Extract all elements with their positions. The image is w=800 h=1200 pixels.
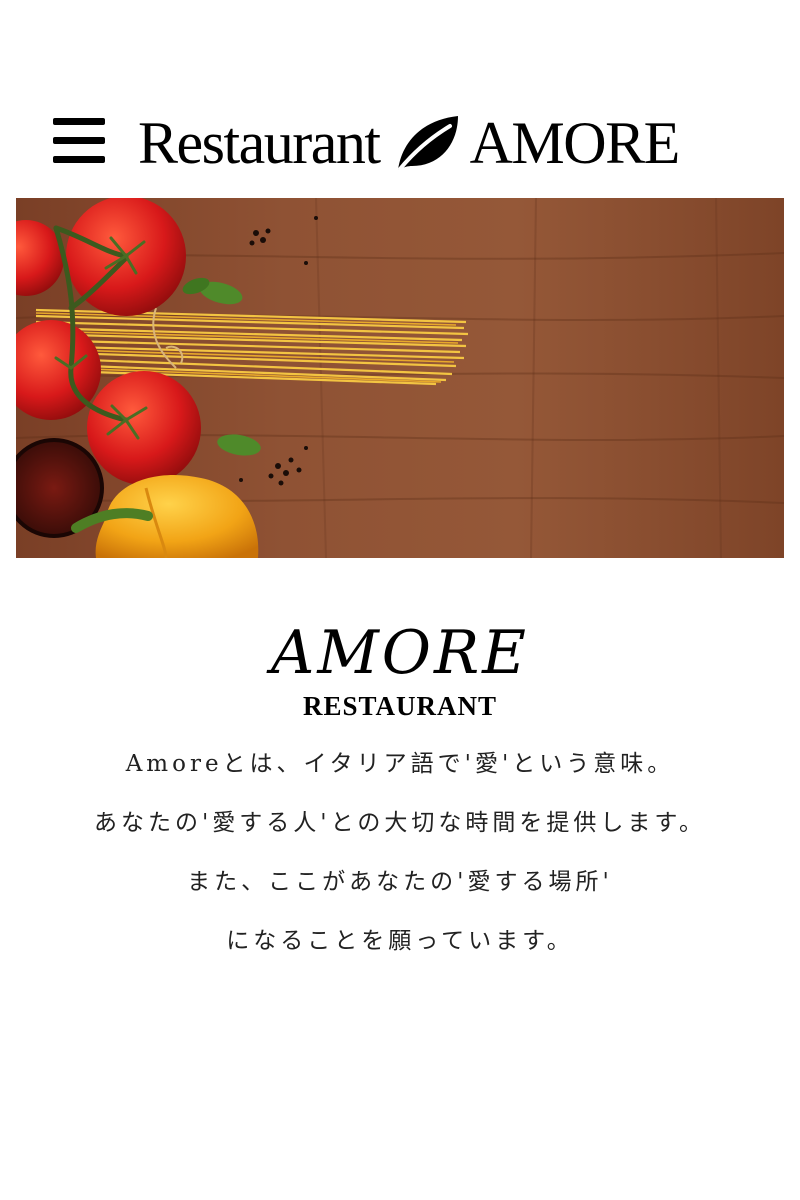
intro-line: あなたの'愛する人'との大切な時間を提供します。: [93, 810, 707, 836]
logo-subtitle: RESTAURANT: [302, 691, 498, 721]
intro-text: Amoreとは、イタリア語で'愛'という意味。 あなたの'愛する人'との大切な時…: [0, 735, 800, 971]
hamburger-menu-icon[interactable]: [53, 118, 105, 164]
site-header: Restaurant AMORE: [0, 100, 800, 190]
logo-title: AMORE: [271, 618, 529, 688]
brand-name-right: AMORE: [469, 110, 681, 176]
menu-bar: [53, 137, 105, 144]
brand-name-left: Restaurant: [138, 110, 381, 176]
intro-line: Amoreとは、イタリア語で'愛'という意味。: [125, 751, 675, 777]
intro-line: また、ここがあなたの'愛する場所': [187, 869, 613, 895]
leaf-icon: [397, 116, 458, 171]
site-logo[interactable]: Restaurant AMORE: [138, 108, 681, 178]
intro-line: になることを願っています。: [226, 928, 574, 954]
hero-image: [16, 198, 784, 558]
restaurant-logo: AMORE RESTAURANT: [0, 615, 800, 721]
menu-bar: [53, 156, 105, 163]
menu-bar: [53, 118, 105, 125]
